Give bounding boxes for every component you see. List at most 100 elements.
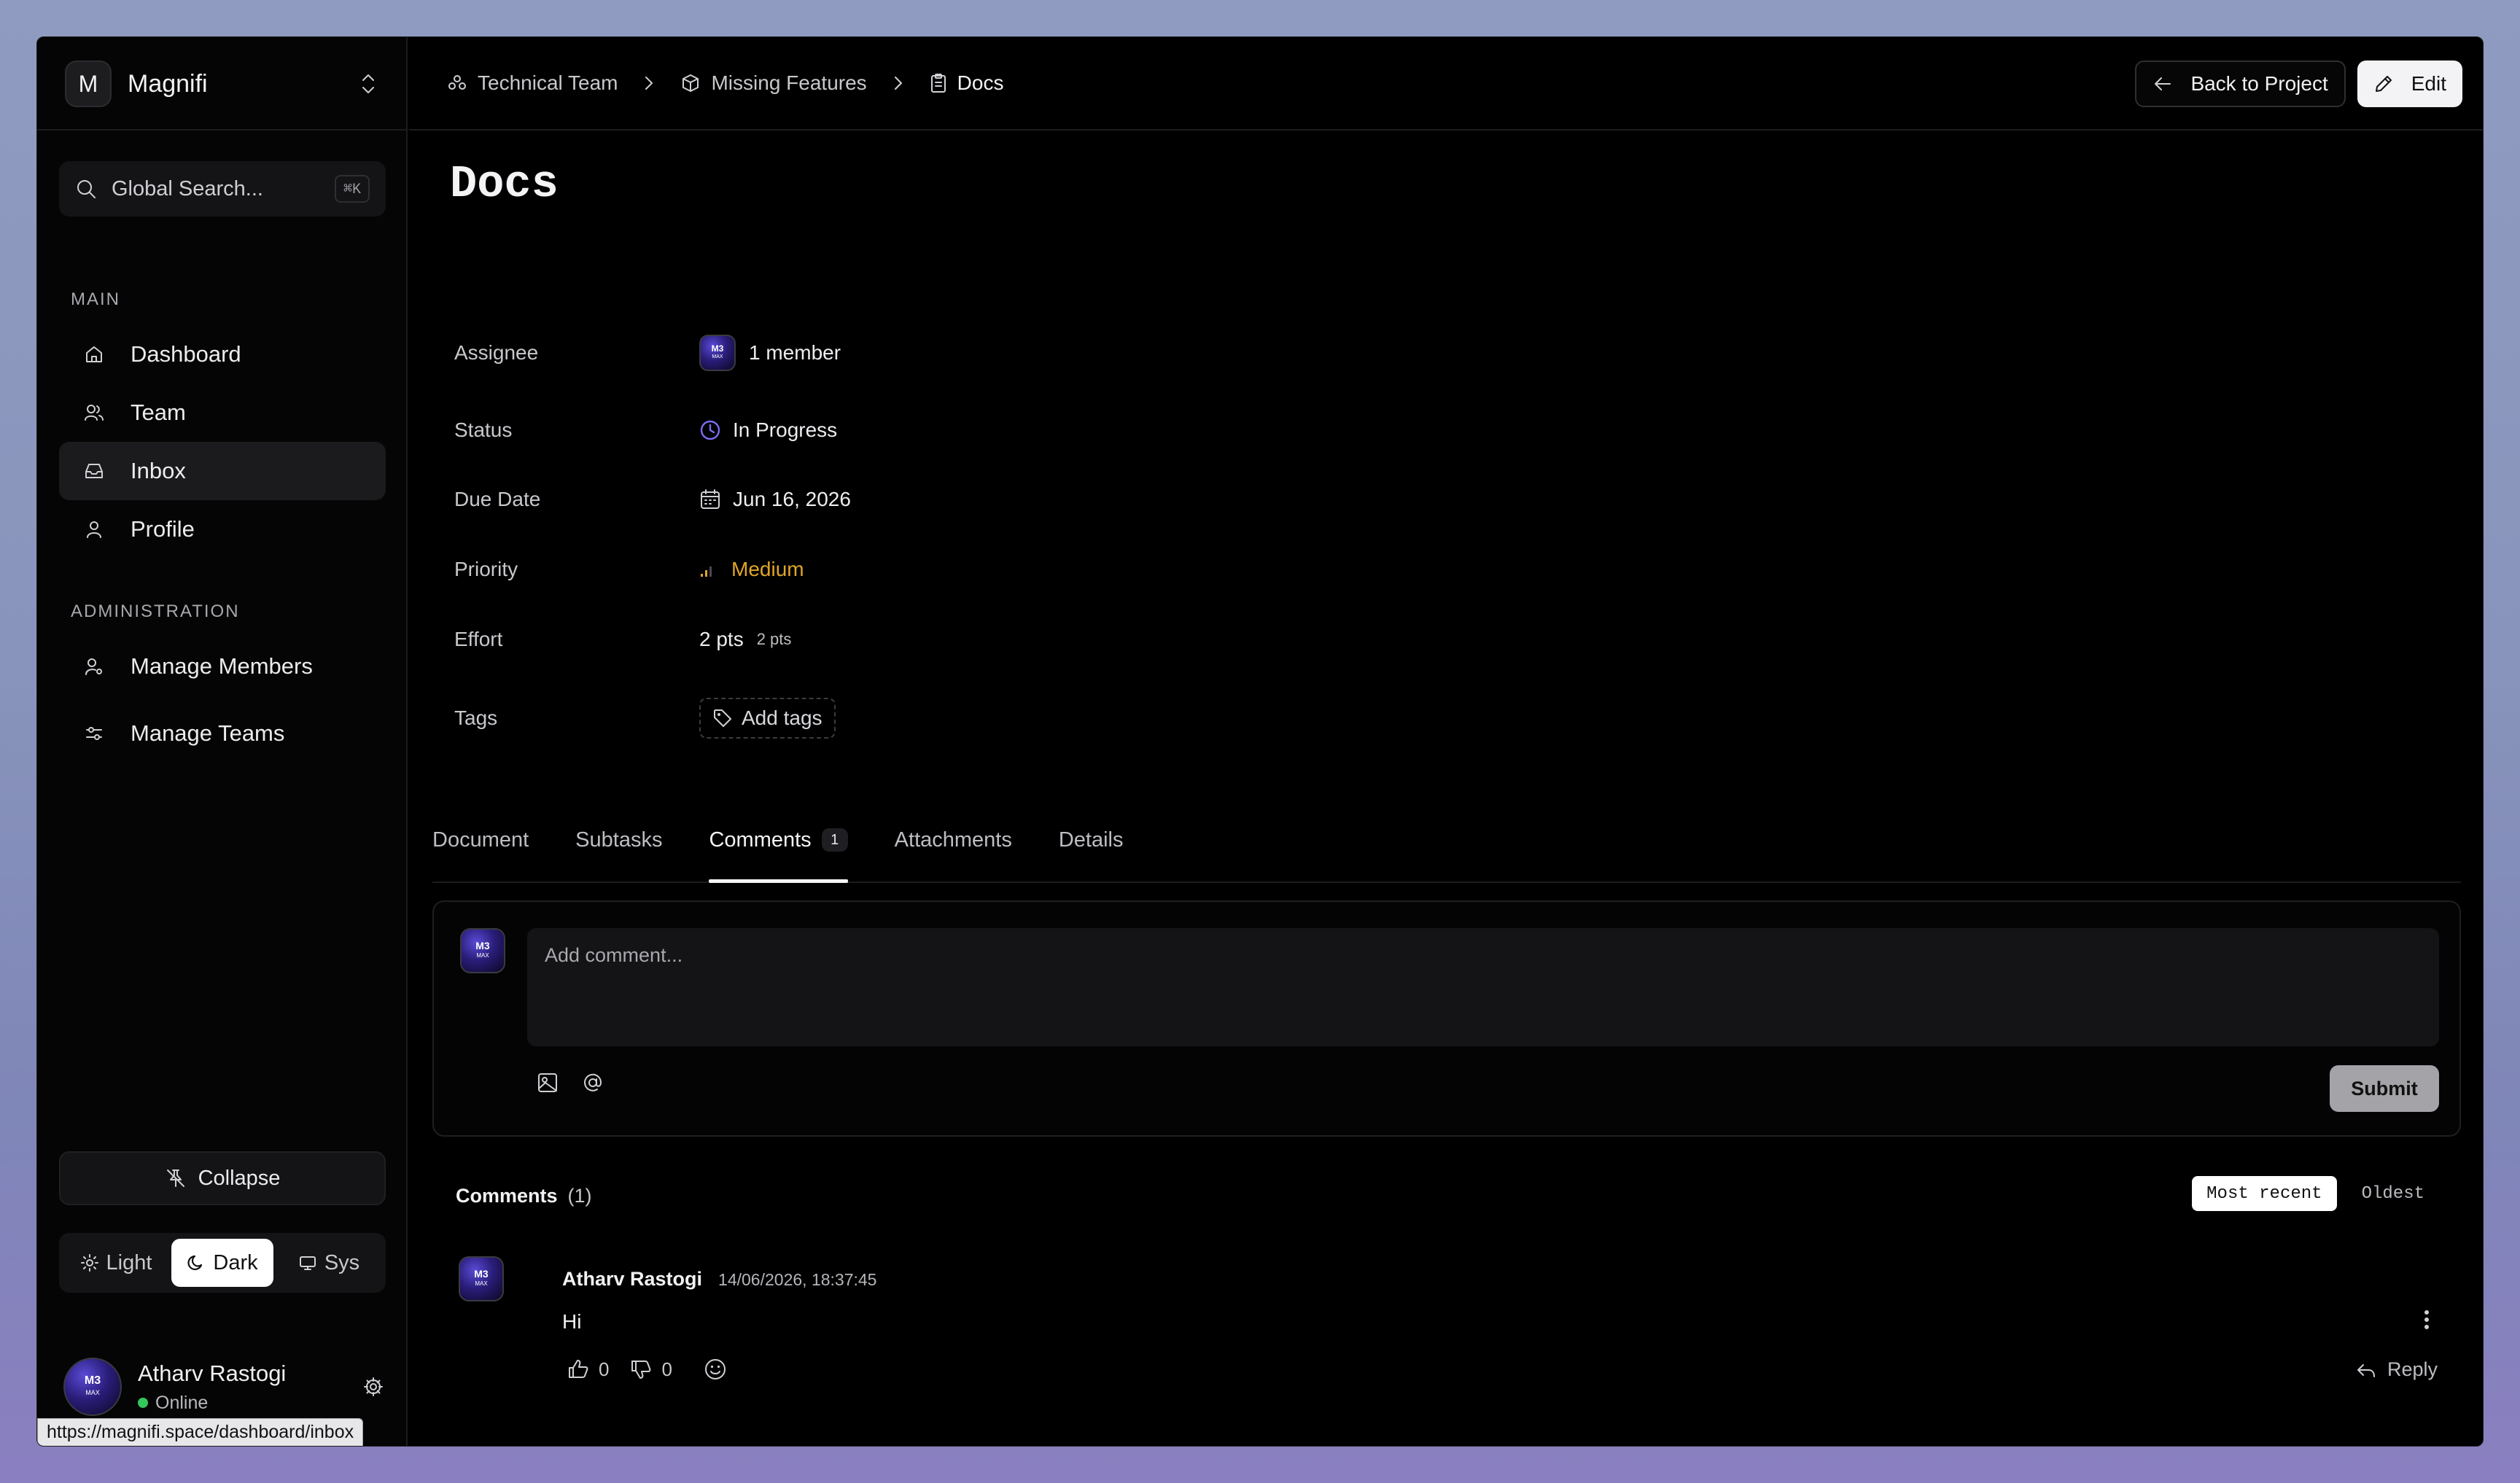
calendar-icon [699,489,721,510]
workspace-switcher[interactable]: M Magnifi [65,59,378,109]
effort-value: 2 pts [699,628,744,650]
tag-icon [712,708,733,728]
breadcrumb-technical-team[interactable]: Technical Team [447,71,618,95]
property-due-date: Due Date Jun 16, 2026 [454,488,851,511]
effort-picker[interactable]: 2 pts 2 pts [699,628,791,651]
user-cog-icon [84,656,104,677]
back-to-project-button[interactable]: Back to Project [2135,61,2346,107]
comment-reactions: 0 0 [567,1357,728,1382]
avatar: M3 MAX [460,928,505,973]
sidebar-item-label: Manage Teams [131,720,285,746]
comment-meta: Atharv Rastogi 14/06/2026, 18:37:45 [562,1268,876,1291]
current-user[interactable]: M3 MAX Atharv Rastogi Online [63,1354,384,1420]
image-icon[interactable] [536,1071,559,1094]
user-name: Atharv Rastogi [138,1360,287,1386]
global-search[interactable]: Global Search... ⌘K [59,161,386,217]
toolbar: Back to Project Edit [2135,61,2462,107]
sidebar-item-label: Team [131,400,186,425]
home-icon [84,344,104,365]
assignee-value: 1 member [749,341,841,364]
avatar-chip-subtext: MAX [475,1280,488,1287]
due-date-picker[interactable]: Jun 16, 2026 [699,488,851,511]
comment-input[interactable]: Add comment... [527,928,2439,1046]
main-content: Technical Team Missing Features Docs Bac… [409,37,2483,1446]
mention-icon[interactable] [581,1071,604,1094]
inbox-icon [84,461,104,481]
sidebar-item-profile[interactable]: Profile [59,500,386,558]
comment-timestamp: 14/06/2026, 18:37:45 [718,1270,877,1289]
sidebar: M Magnifi Global Search... ⌘K MAIN Dashb… [37,37,408,1446]
tab-details[interactable]: Details [1059,798,1124,881]
tab-attachments[interactable]: Attachments [895,798,1012,881]
theme-switcher: Light Dark Sys [59,1233,386,1293]
back-label: Back to Project [2190,72,2328,95]
emoji-smile-icon[interactable] [703,1357,728,1382]
breadcrumb-missing-features[interactable]: Missing Features [680,71,867,95]
breadcrumb-docs: Docs [930,71,1003,95]
sidebar-item-manage-members[interactable]: Manage Members [59,637,386,696]
chevron-updown-icon [358,71,378,96]
user-info: Atharv Rastogi Online [138,1361,362,1414]
avatar-chip-text: M3 [84,1374,101,1387]
theme-system-option[interactable]: Sys [278,1239,380,1287]
comment-author: Atharv Rastogi [562,1268,703,1290]
sun-icon [80,1253,99,1272]
sort-oldest[interactable]: Oldest [2347,1176,2439,1211]
thumbs-up-icon[interactable] [567,1358,590,1381]
sort-most-recent[interactable]: Most recent [2192,1176,2337,1211]
avatar-chip-subtext: MAX [712,354,723,359]
clipboard-icon [930,73,947,93]
monitor-icon [298,1253,317,1272]
assignee-picker[interactable]: M3 MAX 1 member [699,335,841,371]
avatar-chip-subtext: MAX [85,1389,100,1396]
property-status: Status In Progress [454,419,837,442]
add-tags-button[interactable]: Add tags [699,698,836,739]
property-tags: Tags Add tags [454,698,836,739]
avatar-chip-text: M3 [474,1268,489,1280]
moon-icon [187,1253,206,1272]
priority-picker[interactable]: Medium [699,558,804,581]
property-label: Assignee [454,341,539,364]
comments-count-badge: 1 [821,828,848,852]
submit-comment-button[interactable]: Submit [2330,1065,2439,1112]
due-date-value: Jun 16, 2026 [733,488,851,510]
pin-off-icon [165,1167,187,1189]
avatar-chip-text: M3 [475,940,490,951]
sidebar-item-team[interactable]: Team [59,384,386,442]
tab-document[interactable]: Document [432,798,529,881]
theme-light-option[interactable]: Light [65,1239,167,1287]
breadcrumb-label: Missing Features [711,71,867,94]
status-picker[interactable]: In Progress [699,419,837,442]
breadcrumb-label: Technical Team [478,71,618,94]
search-icon [75,178,97,200]
sidebar-item-dashboard[interactable]: Dashboard [59,325,386,384]
reply-button[interactable]: Reply [2355,1358,2438,1381]
tab-comments[interactable]: Comments 1 [709,798,848,883]
gear-icon[interactable] [362,1376,384,1398]
reply-label: Reply [2387,1358,2438,1380]
more-vertical-icon[interactable] [2423,1309,2430,1331]
users-icon [84,402,104,423]
link-url-tooltip: https://magnifi.space/dashboard/inbox [37,1418,364,1446]
collapse-button[interactable]: Collapse [59,1151,386,1205]
clock-icon [699,419,721,441]
thumbs-down-icon[interactable] [629,1358,653,1381]
tab-label: Attachments [894,828,1012,852]
edit-label: Edit [2411,72,2446,95]
online-indicator [138,1398,148,1408]
workspace-name: Magnifi [128,69,208,98]
theme-dark-option[interactable]: Dark [171,1239,273,1287]
search-placeholder: Global Search... [112,176,263,201]
edit-button[interactable]: Edit [2357,61,2462,107]
property-priority: Priority Medium [454,558,804,581]
collapse-label: Collapse [198,1166,281,1190]
sidebar-item-inbox[interactable]: Inbox [59,442,386,500]
page-title: Docs [450,158,559,210]
workspace-logo: M [65,61,112,107]
property-label: Effort [454,628,503,650]
priority-value: Medium [731,558,804,580]
sidebar-item-manage-teams[interactable]: Manage Teams [59,704,386,763]
property-label: Status [454,419,513,441]
pencil-icon [2373,74,2394,94]
tab-subtasks[interactable]: Subtasks [575,798,662,881]
